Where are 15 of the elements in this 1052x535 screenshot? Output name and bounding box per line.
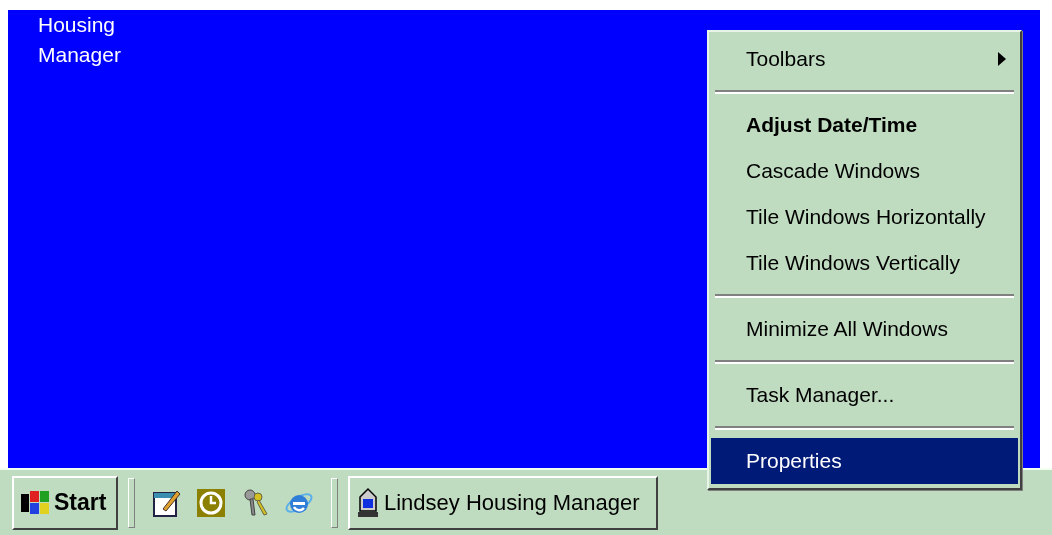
toolbar-grip-handle[interactable] — [331, 477, 338, 528]
menu-item[interactable]: Adjust Date/Time — [711, 102, 1018, 148]
start-button[interactable]: Start — [12, 475, 118, 530]
menu-item[interactable]: Tile Windows Horizontally — [711, 194, 1018, 240]
taskbar-window-button[interactable]: Lindsey Housing Manager — [348, 475, 658, 530]
menu-item[interactable]: Properties — [711, 438, 1018, 484]
menu-item[interactable]: Minimize All Windows — [711, 306, 1018, 352]
house-computer-icon — [356, 486, 380, 519]
menu-item[interactable]: Toolbars — [711, 36, 1018, 82]
menu-item[interactable]: Task Manager... — [711, 372, 1018, 418]
desktop-icon-label[interactable]: Housing Manager — [38, 10, 128, 70]
menu-item[interactable]: Cascade Windows — [711, 148, 1018, 194]
clock-icon[interactable] — [195, 486, 227, 519]
toolbar-grip-handle[interactable] — [128, 477, 135, 528]
menu-item[interactable]: Tile Windows Vertically — [711, 240, 1018, 286]
